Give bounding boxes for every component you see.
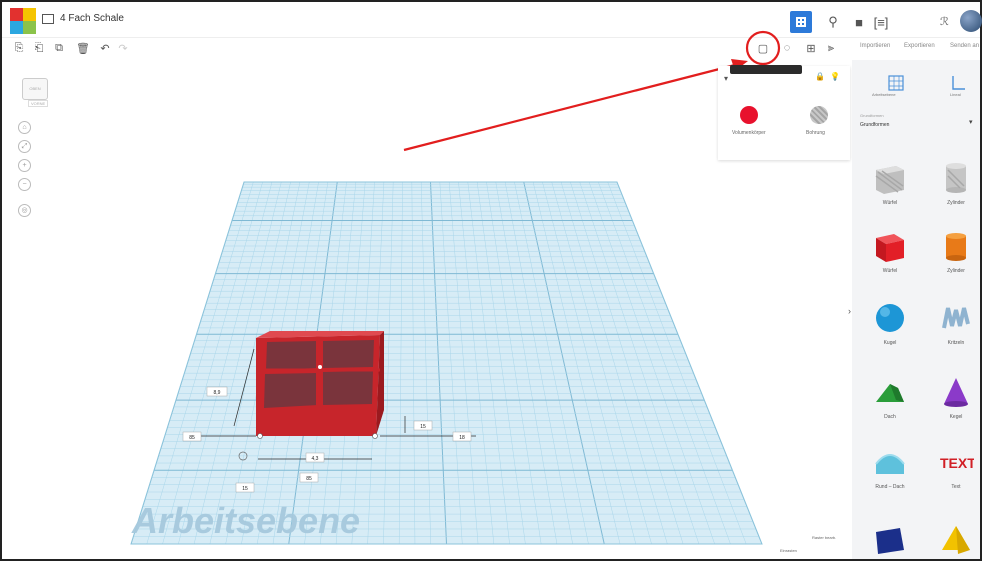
- hole-label: Bohrung: [806, 130, 825, 136]
- shape-label: Dach: [884, 414, 896, 420]
- annotation-circle: [745, 30, 781, 66]
- library-label: Grundformen: [860, 113, 884, 118]
- workplane-label: Arbeitsebene: [132, 500, 361, 541]
- workplane: [131, 182, 762, 544]
- light-bulb-icon[interactable]: 💡: [830, 72, 840, 81]
- workplane-tool-label: Arbeitsebene: [872, 92, 896, 97]
- ruler-icon: [952, 76, 965, 90]
- round-roof-shape[interactable]: [872, 444, 908, 480]
- hole-swatch[interactable]: [810, 106, 828, 124]
- cylinder-shape[interactable]: [938, 228, 974, 264]
- svg-text:TEXT: TEXT: [940, 455, 974, 471]
- dim-label: 4,3: [312, 456, 319, 462]
- collapse-panel-icon[interactable]: ›: [848, 306, 851, 316]
- shape-label: Text: [951, 484, 961, 490]
- group-tooltip: [730, 65, 802, 74]
- library-select[interactable]: Grundformen: [860, 122, 889, 128]
- shape-label: Zylinder: [947, 200, 965, 206]
- collapse-inspector-icon[interactable]: ▾: [724, 74, 728, 83]
- chevron-down-icon[interactable]: ▾: [969, 118, 973, 126]
- dim-label: 85: [189, 435, 195, 441]
- cone-shape[interactable]: [938, 374, 974, 410]
- shape-label: Zylinder: [947, 268, 965, 274]
- cylinder-hole-shape[interactable]: [938, 160, 974, 196]
- red-box-shape: [256, 331, 384, 439]
- annotation-arrow: [403, 59, 748, 152]
- snap-grid-select[interactable]: Einrasten: [780, 548, 797, 553]
- shape-label: Rund – Dach: [875, 484, 905, 490]
- shape-label: Kegel: [949, 414, 963, 420]
- box-hole-shape[interactable]: [872, 160, 908, 196]
- solid-color-swatch[interactable]: [740, 106, 758, 124]
- shape-label: Würfel: [882, 200, 898, 206]
- sphere-shape[interactable]: [872, 300, 908, 336]
- dim-label: 85: [306, 476, 312, 482]
- dim-label: 18: [459, 435, 465, 441]
- dim-label: 8,9: [214, 390, 221, 396]
- polygon-shape[interactable]: [872, 520, 908, 556]
- dim-label: 15: [420, 424, 426, 430]
- dim-label: 15: [242, 486, 248, 492]
- edit-grid-link[interactable]: Raster bearb.: [812, 535, 836, 540]
- shape-label: Kritzeln: [947, 340, 965, 346]
- solid-label: Volumenkörper: [732, 130, 766, 136]
- pyramid-shape[interactable]: [938, 520, 974, 556]
- shape-label: Würfel: [882, 268, 898, 274]
- shape-label: Kugel: [883, 340, 897, 346]
- text-shape[interactable]: TEXT: [938, 444, 974, 480]
- ruler-tool-label: Lineal: [950, 92, 961, 97]
- box-shape[interactable]: [872, 228, 908, 264]
- workplane-icon: [888, 75, 904, 91]
- lock-icon[interactable]: 🔒: [815, 72, 825, 81]
- roof-shape[interactable]: [872, 374, 908, 410]
- scribble-shape[interactable]: [938, 300, 974, 336]
